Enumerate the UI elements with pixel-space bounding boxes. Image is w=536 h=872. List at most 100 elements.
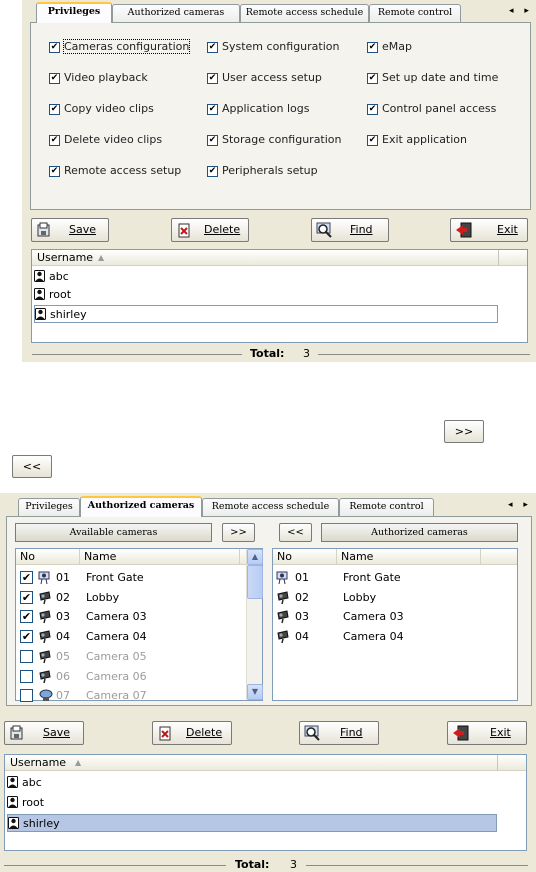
privilege-label[interactable]: System configuration bbox=[222, 40, 339, 53]
scroll-thumb[interactable] bbox=[247, 565, 263, 599]
tab-authorized-cameras[interactable]: Authorized cameras bbox=[80, 496, 202, 517]
authorized-cameras-caption: Authorized cameras bbox=[321, 523, 518, 542]
find-label: Find bbox=[340, 726, 363, 739]
privilege-checkbox[interactable]: ✔ bbox=[207, 42, 218, 53]
find-button[interactable]: Find bbox=[299, 721, 379, 745]
available-cameras-caption: Available cameras bbox=[15, 523, 212, 542]
tab-scroll-arrows[interactable]: ◂ ▸ bbox=[508, 500, 532, 510]
privilege-checkbox[interactable]: ✔ bbox=[207, 166, 218, 177]
authorized-camera-row[interactable]: 04 Camera 04 bbox=[273, 627, 513, 646]
col-no-header[interactable]: No bbox=[16, 549, 80, 565]
delete-button[interactable]: Delete bbox=[152, 721, 232, 745]
exit-button[interactable]: Exit bbox=[447, 721, 527, 745]
privilege-label[interactable]: Exit application bbox=[382, 133, 467, 146]
username-column-header[interactable]: Username bbox=[37, 250, 93, 265]
tab-remote-control[interactable]: Remote control bbox=[339, 498, 434, 516]
authorized-cameras-list[interactable]: No Name 01 Front Gate 02 Lobby 03 Camera 03 04… bbox=[272, 548, 518, 701]
authorized-camera-row[interactable]: 02 Lobby bbox=[273, 588, 513, 607]
camera-name: Front Gate bbox=[343, 571, 401, 584]
col-name-header[interactable]: Name bbox=[80, 549, 240, 565]
total-separator-right bbox=[306, 865, 528, 866]
available-camera-row[interactable]: 06 Camera 06 bbox=[16, 667, 246, 686]
privilege-label[interactable]: Control panel access bbox=[382, 102, 496, 115]
tab-authorized-cameras[interactable]: Authorized cameras bbox=[112, 4, 240, 22]
user-name: root bbox=[22, 796, 45, 809]
camera-checkbox[interactable]: ✔ bbox=[20, 630, 33, 644]
camera-icon bbox=[38, 688, 53, 702]
tab-remote-control[interactable]: Remote control bbox=[369, 4, 461, 22]
privilege-label[interactable]: Peripherals setup bbox=[222, 164, 318, 177]
user-row[interactable]: root bbox=[34, 286, 498, 304]
user-list-header[interactable]: Username ▲ bbox=[32, 250, 527, 266]
privilege-label[interactable]: Video playback bbox=[64, 71, 148, 84]
privilege-checkbox[interactable]: ✔ bbox=[207, 104, 218, 115]
privilege-checkbox[interactable]: ✔ bbox=[49, 42, 60, 53]
user-row[interactable]: abc bbox=[34, 268, 498, 286]
user-row-selected[interactable]: shirley bbox=[34, 305, 498, 323]
privilege-checkbox[interactable]: ✔ bbox=[207, 73, 218, 84]
privilege-checkbox[interactable]: ✔ bbox=[207, 135, 218, 146]
privilege-checkbox[interactable]: ✔ bbox=[367, 73, 378, 84]
remove-camera-button[interactable]: << bbox=[279, 523, 312, 542]
tab-privileges[interactable]: Privileges bbox=[18, 498, 80, 516]
save-label: Save bbox=[43, 726, 71, 739]
privilege-checkbox[interactable]: ✔ bbox=[49, 104, 60, 115]
privilege-checkbox[interactable]: ✔ bbox=[367, 42, 378, 53]
camera-checkbox[interactable]: ✔ bbox=[20, 571, 33, 584]
privilege-label[interactable]: Delete video clips bbox=[64, 133, 162, 146]
find-button[interactable]: Find bbox=[311, 218, 389, 242]
privilege-label[interactable]: Remote access setup bbox=[64, 164, 181, 177]
available-camera-row[interactable]: ✔ 02 Lobby bbox=[16, 588, 246, 607]
col-no-header[interactable]: No bbox=[273, 549, 337, 565]
privilege-label[interactable]: Set up date and time bbox=[382, 71, 498, 84]
available-camera-row[interactable]: 05 Camera 05 bbox=[16, 647, 246, 666]
camera-checkbox[interactable]: ✔ bbox=[20, 610, 33, 624]
add-camera-button-large[interactable]: >> bbox=[444, 420, 484, 443]
camera-checkbox[interactable] bbox=[20, 689, 33, 703]
save-button[interactable]: Save bbox=[4, 721, 84, 745]
user-list[interactable]: Username ▲ abc root shirley bbox=[31, 249, 528, 343]
remove-camera-button-large[interactable]: << bbox=[12, 455, 52, 478]
scroll-up-arrow[interactable]: ▲ bbox=[247, 549, 263, 565]
user-row-selected[interactable]: shirley bbox=[7, 814, 497, 832]
camera-checkbox[interactable] bbox=[20, 649, 33, 663]
available-camera-row[interactable]: ✔ 01 Front Gate bbox=[16, 568, 246, 587]
col-name-header[interactable]: Name bbox=[337, 549, 481, 565]
privilege-label[interactable]: Cameras configuration bbox=[62, 39, 191, 54]
authorized-camera-row[interactable]: 01 Front Gate bbox=[273, 568, 513, 587]
camera-checkbox[interactable] bbox=[20, 669, 33, 683]
privilege-checkbox[interactable]: ✔ bbox=[49, 73, 60, 84]
username-column-header[interactable]: Username bbox=[10, 755, 66, 770]
exit-icon bbox=[452, 725, 469, 741]
delete-button[interactable]: Delete bbox=[171, 218, 249, 242]
save-button[interactable]: Save bbox=[31, 218, 109, 242]
tab-remote-access-schedule[interactable]: Remote access schedule bbox=[240, 4, 369, 22]
user-list-header[interactable]: Username ▲ bbox=[5, 755, 526, 771]
authorized-camera-row[interactable]: 03 Camera 03 bbox=[273, 607, 513, 626]
tab-privileges[interactable]: Privileges bbox=[36, 2, 112, 23]
available-cameras-list[interactable]: No Name ✔ 01 Front Gate ✔ 02 Lobby ✔ 03 Camera 0… bbox=[15, 548, 263, 703]
privilege-checkbox[interactable]: ✔ bbox=[49, 135, 60, 146]
add-camera-button[interactable]: >> bbox=[222, 523, 255, 542]
exit-button[interactable]: Exit bbox=[450, 218, 528, 242]
tab-scroll-arrows[interactable]: ◂ ▸ bbox=[509, 6, 533, 16]
privilege-label[interactable]: Application logs bbox=[222, 102, 309, 115]
privilege-checkbox[interactable]: ✔ bbox=[49, 166, 60, 177]
privilege-checkbox[interactable]: ✔ bbox=[367, 104, 378, 115]
tab-remote-access-schedule[interactable]: Remote access schedule bbox=[202, 498, 339, 516]
user-row[interactable]: root bbox=[7, 794, 497, 812]
privilege-label[interactable]: Copy video clips bbox=[64, 102, 154, 115]
privilege-label[interactable]: Storage configuration bbox=[222, 133, 342, 146]
available-camera-row[interactable]: 07 Camera 07 bbox=[16, 686, 246, 705]
available-camera-row[interactable]: ✔ 03 Camera 03 bbox=[16, 607, 246, 626]
scroll-down-arrow[interactable]: ▼ bbox=[247, 684, 263, 700]
user-icon bbox=[8, 817, 19, 829]
privilege-label[interactable]: User access setup bbox=[222, 71, 322, 84]
privilege-label[interactable]: eMap bbox=[382, 40, 412, 53]
privilege-checkbox[interactable]: ✔ bbox=[367, 135, 378, 146]
user-list[interactable]: Username ▲ abc root shirley bbox=[4, 754, 527, 851]
user-row[interactable]: abc bbox=[7, 774, 497, 792]
camera-checkbox[interactable]: ✔ bbox=[20, 590, 33, 604]
available-camera-row[interactable]: ✔ 04 Camera 04 bbox=[16, 627, 246, 646]
available-list-scrollbar[interactable]: ▲ ▼ bbox=[246, 549, 263, 700]
